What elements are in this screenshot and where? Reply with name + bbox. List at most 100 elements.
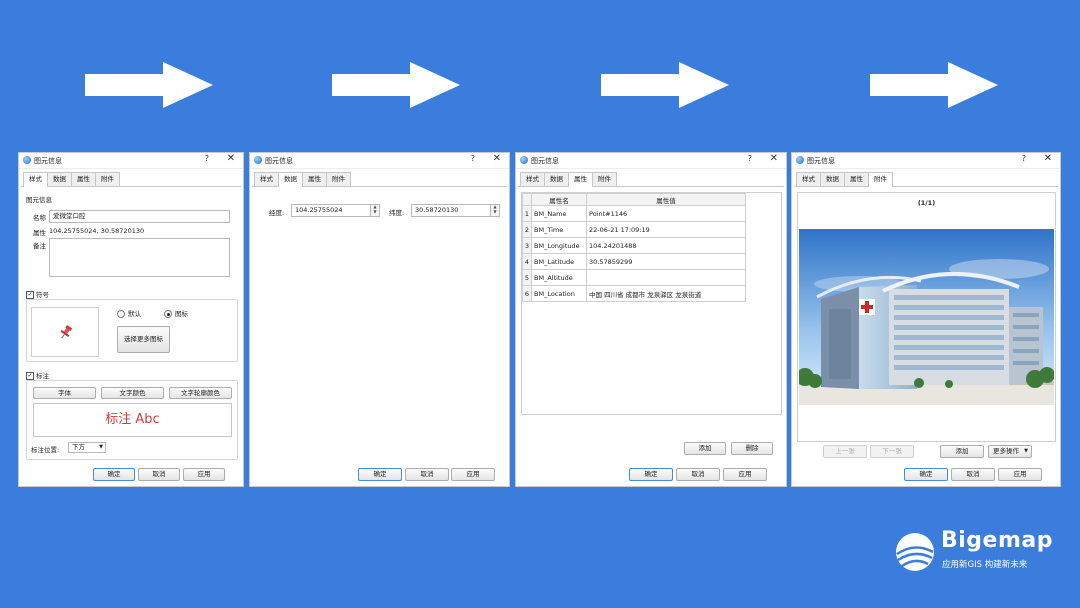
tab-attachments[interactable]: 附件 <box>592 172 617 186</box>
cancel-button[interactable]: 取消 <box>951 468 995 481</box>
note-label: 备注 <box>33 242 46 250</box>
spin-arrows-icon[interactable]: ▲ ▼ <box>490 204 499 216</box>
attribute-name-cell[interactable]: BM_Longitude <box>531 237 587 254</box>
attachment-photo[interactable] <box>799 229 1054 405</box>
tab-attachments[interactable]: 附件 <box>326 172 351 186</box>
app-globe-icon <box>254 156 262 164</box>
radio-off-icon <box>117 310 125 318</box>
tab-bar: 样式 数据 属性 附件 <box>23 172 120 187</box>
cancel-button[interactable]: 取消 <box>405 468 449 481</box>
more-actions-button[interactable]: 更多操作 ▼ <box>988 445 1032 458</box>
font-button[interactable]: 字体 <box>33 387 96 399</box>
attribute-value-cell[interactable]: Point#1146 <box>586 205 746 222</box>
attribute-value-cell[interactable]: 22-06-21 17:09:19 <box>586 221 746 238</box>
cancel-button[interactable]: 取消 <box>676 468 720 481</box>
ok-button[interactable]: 确定 <box>358 468 402 481</box>
label-checkbox[interactable]: ✓ 标注 <box>26 370 49 380</box>
symbol-group: 默认 图标 选择更多图标 <box>26 299 238 362</box>
radio-default[interactable]: 默认 <box>117 308 141 318</box>
ok-button[interactable]: 确定 <box>904 468 948 481</box>
row-number: 2 <box>522 221 532 238</box>
flow-arrow-2 <box>332 62 460 108</box>
attribute-name-cell[interactable]: BM_Location <box>531 285 587 302</box>
apply-button[interactable]: 应用 <box>998 468 1042 481</box>
ok-button[interactable]: 确定 <box>93 468 135 481</box>
tab-style[interactable]: 样式 <box>23 172 48 187</box>
note-textarea[interactable] <box>49 238 230 277</box>
chevron-down-icon: ▼ <box>1024 448 1028 454</box>
help-button[interactable]: ? <box>205 154 209 163</box>
bigemap-logo: Bigemap 应用新GIS 构建新未来 <box>893 528 1053 574</box>
tab-attributes[interactable]: 属性 <box>568 172 593 187</box>
dialog-data: 图元信息 ? ✕ 样式 数据 属性 附件 经度: 104.25755024 ▲ ▼… <box>249 152 510 487</box>
column-header-name[interactable]: 属性名 <box>531 193 587 206</box>
help-button[interactable]: ? <box>471 154 475 163</box>
add-attachment-button[interactable]: 添加 <box>940 445 984 458</box>
close-button[interactable]: ✕ <box>770 153 778 164</box>
dialog-attachments: 图元信息 ? ✕ 样式 数据 属性 附件 (1/1) 上一张 下一张 添加 更多… <box>791 152 1061 487</box>
table-row[interactable]: 6 BM_Location 中国 四川省 成都市 龙泉驿区 龙泉街道 <box>522 285 746 302</box>
table-row[interactable]: 1 BM_Name Point#1146 <box>522 205 746 222</box>
help-button[interactable]: ? <box>748 154 752 163</box>
tab-attributes[interactable]: 属性 <box>71 172 96 186</box>
tab-style[interactable]: 样式 <box>796 172 821 186</box>
dialog-attributes: 图元信息 ? ✕ 样式 数据 属性 附件 属性名 属性值 1 BM_Name Poi… <box>515 152 787 487</box>
outline-color-button[interactable]: 文字轮廓颜色 <box>169 387 232 399</box>
apply-button[interactable]: 应用 <box>723 468 767 481</box>
table-row[interactable]: 4 BM_Latitude 30.57859299 <box>522 253 746 270</box>
app-globe-icon <box>796 156 804 164</box>
close-button[interactable]: ✕ <box>1044 153 1052 164</box>
name-input[interactable]: 爱微堂口腔 <box>49 210 230 223</box>
choose-more-icons-button[interactable]: 选择更多图标 <box>117 326 170 353</box>
prev-image-button[interactable]: 上一张 <box>823 445 867 458</box>
radio-icon[interactable]: 图标 <box>164 308 188 318</box>
attribute-name-cell[interactable]: BM_Time <box>531 221 587 238</box>
attribute-name-cell[interactable]: BM_Altitude <box>531 269 587 286</box>
table-row[interactable]: 2 BM_Time 22-06-21 17:09:19 <box>522 221 746 238</box>
tab-data[interactable]: 数据 <box>820 172 845 186</box>
tab-data[interactable]: 数据 <box>278 172 303 187</box>
tab-style[interactable]: 样式 <box>254 172 279 186</box>
ok-button[interactable]: 确定 <box>629 468 673 481</box>
attribute-value-cell[interactable]: 30.57859299 <box>586 253 746 270</box>
tab-attributes[interactable]: 属性 <box>302 172 327 186</box>
add-attribute-button[interactable]: 添加 <box>684 442 726 455</box>
column-header-value[interactable]: 属性值 <box>586 193 746 206</box>
title-bar: 图元信息 ? ✕ <box>792 153 1060 169</box>
label-preview: 标注 Abc <box>33 403 232 437</box>
attribute-name-cell[interactable]: BM_Latitude <box>531 253 587 270</box>
spin-arrows-icon[interactable]: ▲ ▼ <box>370 204 379 216</box>
cancel-button[interactable]: 取消 <box>138 468 180 481</box>
text-color-button[interactable]: 文字颜色 <box>101 387 164 399</box>
table-row[interactable]: 3 BM_Longitude 104.24201488 <box>522 237 746 254</box>
tab-attachments[interactable]: 附件 <box>868 172 893 187</box>
longitude-value: 104.25755024 <box>295 206 343 214</box>
symbol-checkbox[interactable]: ✓ 符号 <box>26 289 49 299</box>
close-button[interactable]: ✕ <box>493 153 501 164</box>
title-bar: 图元信息 ? ✕ <box>250 153 509 169</box>
tab-data[interactable]: 数据 <box>544 172 569 186</box>
tab-attributes[interactable]: 属性 <box>844 172 869 186</box>
help-button[interactable]: ? <box>1022 154 1026 163</box>
tab-data[interactable]: 数据 <box>47 172 72 186</box>
longitude-spinbox[interactable]: 104.25755024 ▲ ▼ <box>291 204 380 217</box>
brand-slogan: 应用新GIS 构建新未来 <box>942 560 1028 570</box>
row-number: 6 <box>522 285 532 302</box>
close-button[interactable]: ✕ <box>227 153 235 164</box>
latitude-spinbox[interactable]: 30.58720130 ▲ ▼ <box>411 204 500 217</box>
attribute-value-cell[interactable]: 中国 四川省 成都市 龙泉驿区 龙泉街道 <box>586 285 746 302</box>
apply-button[interactable]: 应用 <box>451 468 495 481</box>
checkbox-checked-icon: ✓ <box>26 372 34 380</box>
attribute-name-cell[interactable]: BM_Name <box>531 205 587 222</box>
delete-attribute-button[interactable]: 删除 <box>731 442 773 455</box>
section-info-title: 图元信息 <box>26 196 52 204</box>
tab-style[interactable]: 样式 <box>520 172 545 186</box>
tab-attachments[interactable]: 附件 <box>95 172 120 186</box>
table-row[interactable]: 5 BM_Altitude <box>522 269 746 286</box>
position-select[interactable]: 下方 ▼ <box>68 442 106 453</box>
position-label: 标注位置: <box>31 446 60 454</box>
attribute-value-cell[interactable]: 104.24201488 <box>586 237 746 254</box>
apply-button[interactable]: 应用 <box>183 468 225 481</box>
attribute-value-cell[interactable] <box>586 269 746 286</box>
next-image-button[interactable]: 下一张 <box>870 445 914 458</box>
